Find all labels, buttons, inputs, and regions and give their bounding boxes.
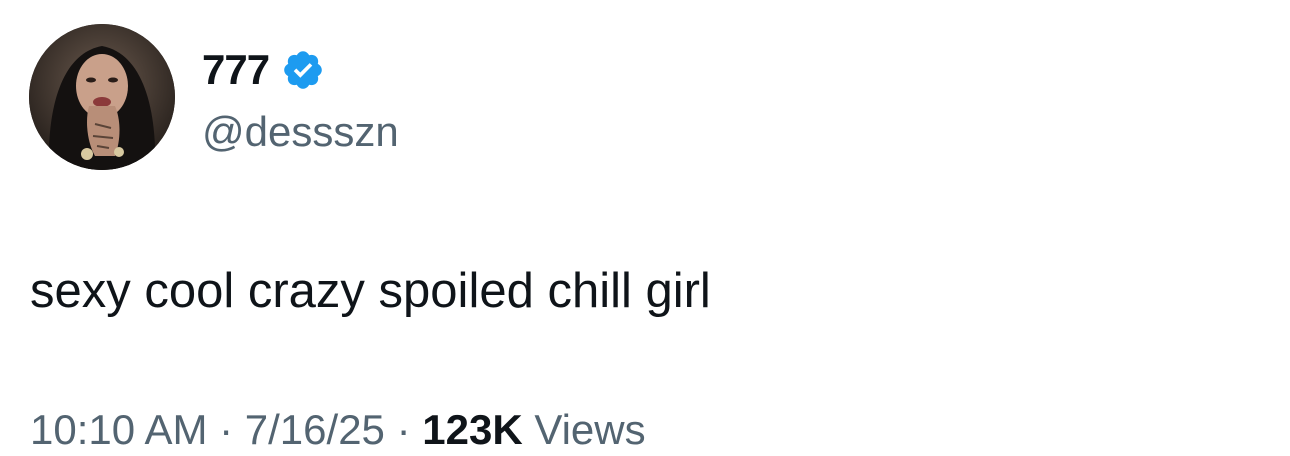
author-handle[interactable]: @dessszn (202, 106, 399, 158)
verified-badge-icon[interactable] (281, 48, 325, 92)
tweet-text: sexy cool crazy spoiled chill girl (30, 264, 711, 318)
tweet-date[interactable]: 7/16/25 (245, 406, 397, 453)
author-name-row: 777 (202, 44, 325, 96)
tweet-meta: 10:10 AM · 7/16/25 · 123K Views (30, 404, 646, 456)
author-display-name[interactable]: 777 (202, 44, 270, 96)
tweet-card: 777 @dessszn sexy cool crazy spoiled chi… (0, 0, 1290, 453)
views-label: Views (534, 406, 646, 453)
author-avatar[interactable] (29, 24, 175, 170)
meta-separator: · (219, 406, 245, 453)
profile-photo-icon (29, 24, 175, 170)
tweet-time[interactable]: 10:10 AM (30, 406, 219, 453)
meta-separator: · (396, 406, 423, 453)
views-count: 123K (422, 406, 535, 453)
